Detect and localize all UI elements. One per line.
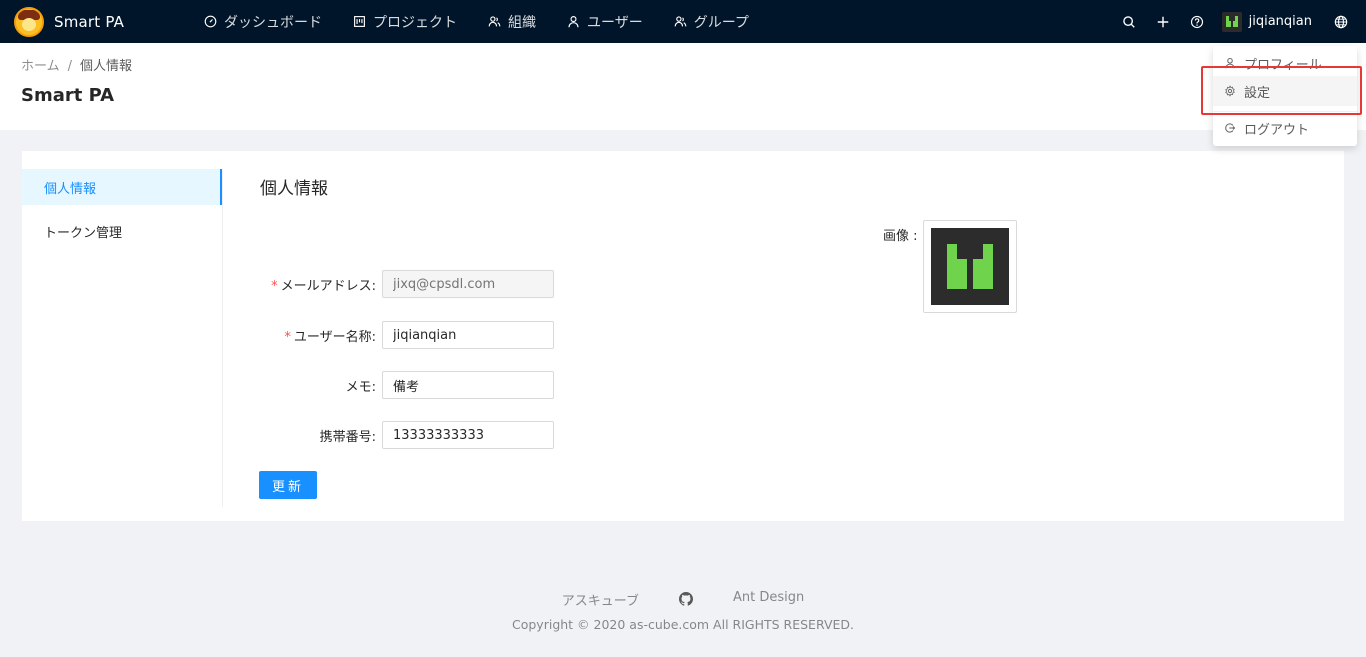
user-icon xyxy=(568,16,579,28)
settings-card: 個人情報 トークン管理 個人情報 *メールアドレス: *ユーザー名称: メモ: … xyxy=(22,151,1344,521)
top-nav: ダッシュボード プロジェクト 組織 ユーザー グループ xyxy=(196,0,772,43)
username-row: * ユーザー名称: xyxy=(260,321,554,349)
group-icon xyxy=(674,16,687,27)
username-field[interactable] xyxy=(382,321,554,349)
phone-label: 携帯番号: xyxy=(319,429,376,445)
page-title: Smart PA xyxy=(21,85,115,106)
menu-item-personal-info[interactable]: 個人情報 xyxy=(22,169,222,205)
phone-field[interactable] xyxy=(382,421,554,449)
logo[interactable]: Smart PA xyxy=(14,7,124,37)
menu-item-label: プロフィール xyxy=(1244,57,1322,73)
organization-icon xyxy=(488,16,501,27)
plus-icon xyxy=(1157,16,1168,27)
menu-item-label: 設定 xyxy=(1244,85,1271,101)
avatar-upload[interactable] xyxy=(923,220,1017,313)
menu-divider xyxy=(1213,111,1357,112)
username-label: * ユーザー名称: xyxy=(284,329,376,345)
search-button[interactable] xyxy=(1112,0,1146,43)
update-button[interactable]: 更新 xyxy=(259,471,317,499)
settings-menu: 個人情報 トークン管理 xyxy=(22,169,223,507)
github-icon xyxy=(678,592,693,606)
nav-item-label: ダッシュボード xyxy=(224,14,322,31)
gear-icon xyxy=(1225,85,1235,97)
help-button[interactable] xyxy=(1180,0,1214,43)
menu-item-logout[interactable]: ログアウト xyxy=(1213,113,1357,143)
footer-links: アスキューブ Ant Design xyxy=(0,590,1366,610)
nav-item-organization[interactable]: 組織 xyxy=(480,0,544,43)
search-icon xyxy=(1122,15,1135,28)
menu-item-settings[interactable]: 設定 xyxy=(1213,76,1357,106)
email-row: * メールアドレス: xyxy=(260,270,554,298)
avatar-label: 画像 : xyxy=(883,229,918,244)
menu-item-token-management[interactable]: トークン管理 xyxy=(22,213,222,249)
header-actions: jiqianqian xyxy=(1112,0,1366,43)
menu-item-label: ログアウト xyxy=(1244,122,1310,138)
phone-row: 携帯番号: xyxy=(260,421,554,449)
globe-icon xyxy=(1334,15,1348,28)
question-icon xyxy=(1190,15,1203,28)
avatar xyxy=(1221,11,1242,32)
nav-item-user[interactable]: ユーザー xyxy=(559,0,651,43)
email-field xyxy=(382,270,554,298)
nav-item-label: ユーザー xyxy=(587,14,643,31)
footer-link-ascube[interactable]: アスキューブ xyxy=(562,590,639,610)
memo-field[interactable] xyxy=(382,371,554,399)
breadcrumb-current: 個人情報 xyxy=(80,59,133,74)
email-label: * メールアドレス: xyxy=(271,278,376,294)
footer-link-github[interactable] xyxy=(678,590,693,610)
breadcrumb-separator: / xyxy=(67,59,73,74)
dashboard-icon xyxy=(204,15,217,28)
menu-item-profile[interactable]: プロフィール xyxy=(1213,48,1357,78)
add-button[interactable] xyxy=(1146,0,1180,43)
memo-row: メモ: xyxy=(260,371,554,399)
logo-icon xyxy=(14,7,44,37)
avatar-image xyxy=(931,228,1009,305)
user-dropdown-menu: プロフィール 設定 ログアウト xyxy=(1213,46,1357,146)
app-title: Smart PA xyxy=(54,13,125,31)
username-label: jiqianqian xyxy=(1248,14,1312,29)
language-button[interactable] xyxy=(1324,0,1358,43)
breadcrumb: ホーム / 個人情報 xyxy=(21,55,132,74)
footer-link-antdesign[interactable]: Ant Design xyxy=(733,590,804,610)
form-title: 個人情報 xyxy=(260,179,328,199)
user-menu-trigger[interactable]: jiqianqian xyxy=(1214,0,1324,43)
nav-item-label: グループ xyxy=(693,14,749,31)
nav-item-group[interactable]: グループ xyxy=(666,0,757,43)
top-header: Smart PA ダッシュボード プロジェクト 組織 ユーザー グループ jiq… xyxy=(0,0,1366,43)
nav-item-label: プロジェクト xyxy=(373,14,457,31)
page-header: ホーム / 個人情報 Smart PA xyxy=(0,43,1366,130)
breadcrumb-home[interactable]: ホーム xyxy=(21,59,60,74)
logout-icon xyxy=(1225,123,1236,133)
nav-item-project[interactable]: プロジェクト xyxy=(345,0,465,43)
project-icon xyxy=(354,16,365,27)
memo-label: メモ: xyxy=(345,379,376,395)
copyright: Copyright © 2020 as-cube.com All RIGHTS … xyxy=(512,617,854,632)
nav-item-label: 組織 xyxy=(508,14,536,31)
nav-item-dashboard[interactable]: ダッシュボード xyxy=(196,0,330,43)
user-icon xyxy=(1225,57,1235,69)
